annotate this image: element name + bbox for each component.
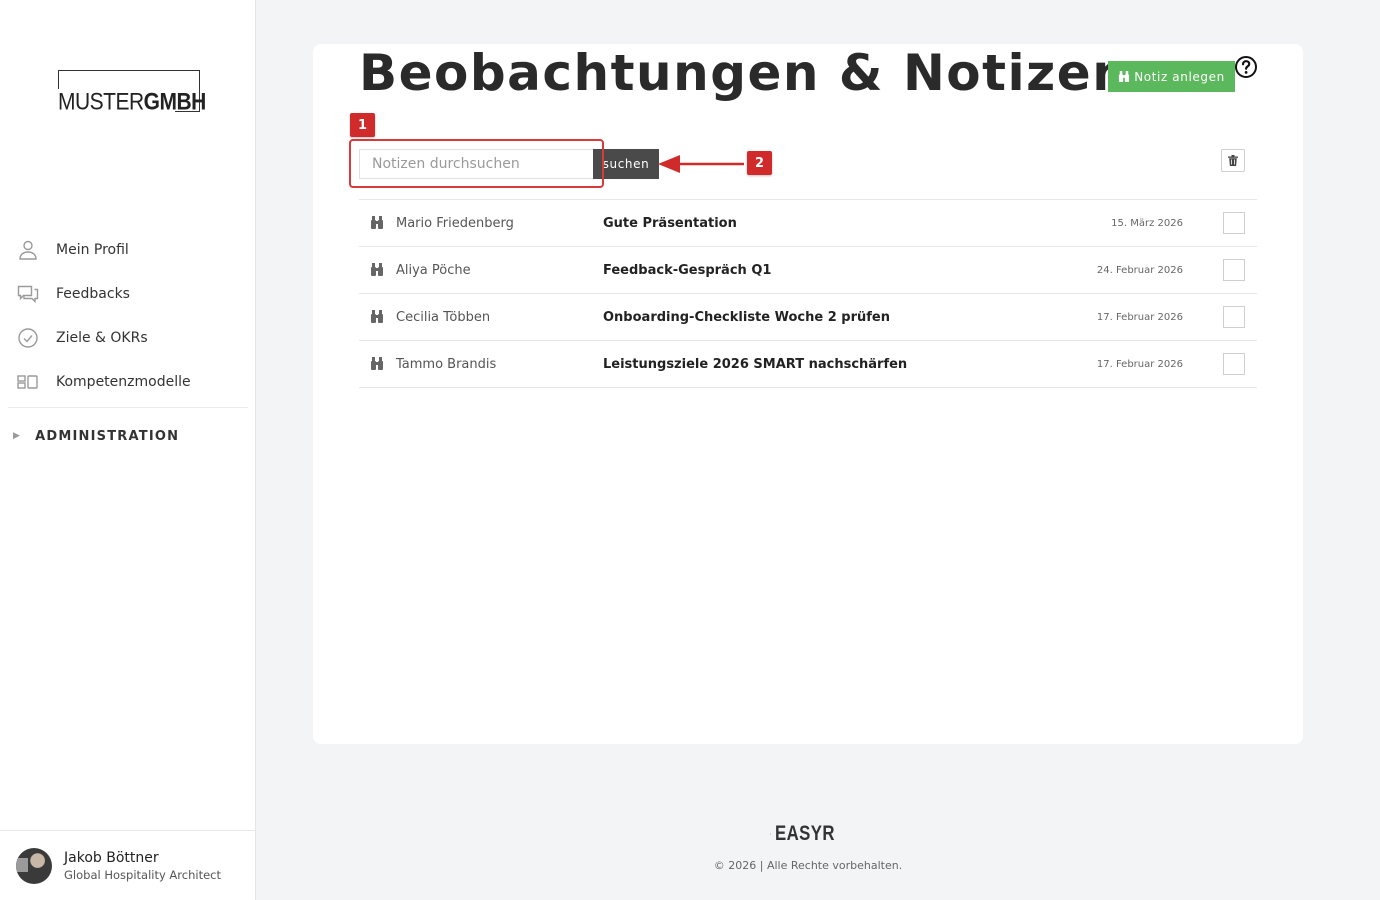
row-checkbox[interactable] [1223, 306, 1245, 328]
footer-logo: EASYR [770, 817, 850, 851]
blocks-icon [17, 375, 38, 389]
add-note-label: Notiz anlegen [1134, 69, 1225, 84]
admin-label: ADMINISTRATION [35, 428, 180, 444]
binoculars-icon [371, 310, 383, 323]
list-item[interactable]: Mario Friedenberg Gute Präsentation 15. … [359, 200, 1257, 247]
notes-list: Mario Friedenberg Gute Präsentation 15. … [359, 199, 1257, 388]
nav-item-mein-profil[interactable]: Mein Profil [0, 228, 256, 272]
note-date: 17. Februar 2026 [1096, 358, 1183, 370]
note-person: Aliya Pöche [396, 262, 471, 278]
nav-item-kompetenzmodelle[interactable]: Kompetenzmodelle [0, 360, 256, 404]
nav-item-administration[interactable]: ▶ ADMINISTRATION [0, 408, 256, 464]
nav-item-ziele-okrs[interactable]: Ziele & OKRs [0, 316, 256, 360]
footer-brand: EASYR [775, 822, 836, 845]
nav-label: Feedbacks [56, 286, 130, 302]
add-note-button[interactable]: Notiz anlegen [1108, 61, 1235, 92]
delete-button[interactable] [1221, 149, 1245, 172]
annotation-highlight-box [349, 139, 604, 188]
note-date: 17. Februar 2026 [1096, 311, 1183, 323]
note-title[interactable]: Onboarding-Checkliste Woche 2 prüfen [603, 310, 890, 325]
annotation-marker-2: 2 [747, 151, 772, 175]
note-title[interactable]: Leistungsziele 2026 SMART nachschärfen [603, 357, 907, 372]
list-item[interactable]: Tammo Brandis Leistungsziele 2026 SMART … [359, 341, 1257, 388]
note-date: 15. März 2026 [1111, 217, 1183, 229]
row-checkbox[interactable] [1223, 353, 1245, 375]
list-item[interactable]: Cecilia Többen Onboarding-Checkliste Woc… [359, 294, 1257, 341]
note-date: 24. Februar 2026 [1096, 264, 1183, 276]
note-title[interactable]: Feedback-Gespräch Q1 [603, 263, 771, 278]
page-title: Beobachtungen & Notizen [359, 44, 1130, 102]
annotation-arrow-icon [658, 155, 744, 173]
note-title[interactable]: Gute Präsentation [603, 216, 737, 231]
chat-icon [17, 285, 39, 304]
company-logo[interactable]: MUSTERGMBH [58, 70, 206, 116]
binoculars-icon [371, 357, 383, 370]
user-icon [19, 240, 37, 260]
note-person: Cecilia Többen [396, 309, 491, 325]
row-checkbox[interactable] [1223, 212, 1245, 234]
nav-label: Mein Profil [56, 242, 129, 258]
nav-label: Kompetenzmodelle [56, 374, 191, 390]
help-circle-icon[interactable] [1234, 55, 1258, 79]
binoculars-icon [371, 263, 383, 276]
binoculars-icon [1119, 71, 1130, 82]
nav-item-feedbacks[interactable]: Feedbacks [0, 272, 256, 316]
annotation-marker-1: 1 [350, 113, 375, 137]
note-person: Mario Friedenberg [396, 215, 514, 231]
check-circle-icon [18, 328, 38, 348]
nav-label: Ziele & OKRs [56, 330, 148, 346]
row-checkbox[interactable] [1223, 259, 1245, 281]
sidebar: MUSTERGMBH Mein Profil Feedbacks Ziele &… [0, 0, 256, 900]
logo-text-part2: GMBH [143, 89, 207, 116]
caret-right-icon: ▶ [13, 431, 22, 441]
list-item[interactable]: Aliya Pöche Feedback-Gespräch Q1 24. Feb… [359, 247, 1257, 294]
trash-icon [1228, 155, 1238, 166]
main-nav: Mein Profil Feedbacks Ziele & OKRs Kompe… [0, 228, 256, 464]
footer-copyright: © 2026 | Alle Rechte vorbehalten. [713, 859, 903, 872]
note-person: Tammo Brandis [396, 356, 497, 372]
logo-text-part1: MUSTER [58, 89, 144, 116]
easyr-logo-icon [770, 833, 771, 835]
binoculars-icon [371, 216, 383, 229]
